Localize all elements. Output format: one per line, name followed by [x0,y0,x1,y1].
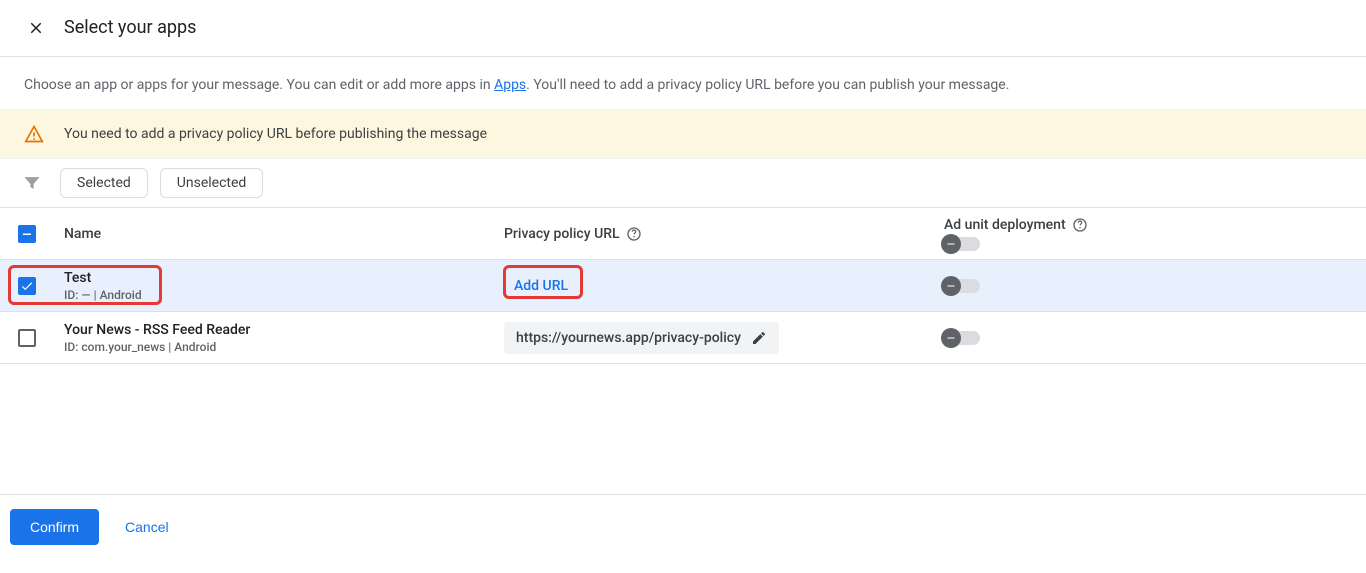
apps-link[interactable]: Apps [494,77,526,93]
column-privacy-policy: Privacy policy URL [504,226,944,242]
filter-icon[interactable] [16,167,48,199]
dialog-header: Select your apps [0,0,1366,56]
table-row: Your News - RSS Feed Reader ID: com.your… [0,312,1366,364]
add-url-button[interactable]: Add URL [504,272,578,300]
row-checkbox[interactable] [18,277,36,295]
warning-banner: You need to add a privacy policy URL bef… [0,109,1366,159]
filter-unselected-chip[interactable]: Unselected [160,168,264,198]
app-subtitle: ID: — | Android [64,288,504,302]
help-icon[interactable] [626,226,642,242]
table-header-row: Name Privacy policy URL Ad unit deployme… [0,208,1366,260]
privacy-url-text: https://yournews.app/privacy-policy [516,330,741,346]
app-subtitle: ID: com.your_news | Android [64,340,504,354]
filter-bar: Selected Unselected [0,159,1366,208]
dialog-title: Select your apps [64,17,196,38]
close-icon[interactable] [24,16,48,40]
cancel-button[interactable]: Cancel [119,518,175,536]
ad-unit-deployment-toggle[interactable] [944,279,980,293]
help-icon[interactable] [1072,217,1088,233]
confirm-button[interactable]: Confirm [10,509,99,545]
intro-text: Choose an app or apps for your message. … [0,57,1366,109]
ad-unit-deployment-toggle[interactable] [944,331,980,345]
privacy-url-chip: https://yournews.app/privacy-policy [504,322,779,354]
app-name: Your News - RSS Feed Reader [64,322,504,338]
select-all-checkbox[interactable] [18,225,36,243]
app-name: Test [64,270,504,286]
warning-icon [24,124,44,144]
dialog-footer: Confirm Cancel [0,494,1366,559]
edit-icon[interactable] [751,330,767,346]
table-row: Test ID: — | Android Add URL [0,260,1366,312]
row-checkbox[interactable] [18,329,36,347]
warning-text: You need to add a privacy policy URL bef… [64,126,487,142]
column-ad-unit-deployment: Ad unit deployment [944,217,1350,251]
column-name: Name [64,226,504,242]
ad-unit-deployment-master-toggle[interactable] [944,237,980,251]
filter-selected-chip[interactable]: Selected [60,168,148,198]
